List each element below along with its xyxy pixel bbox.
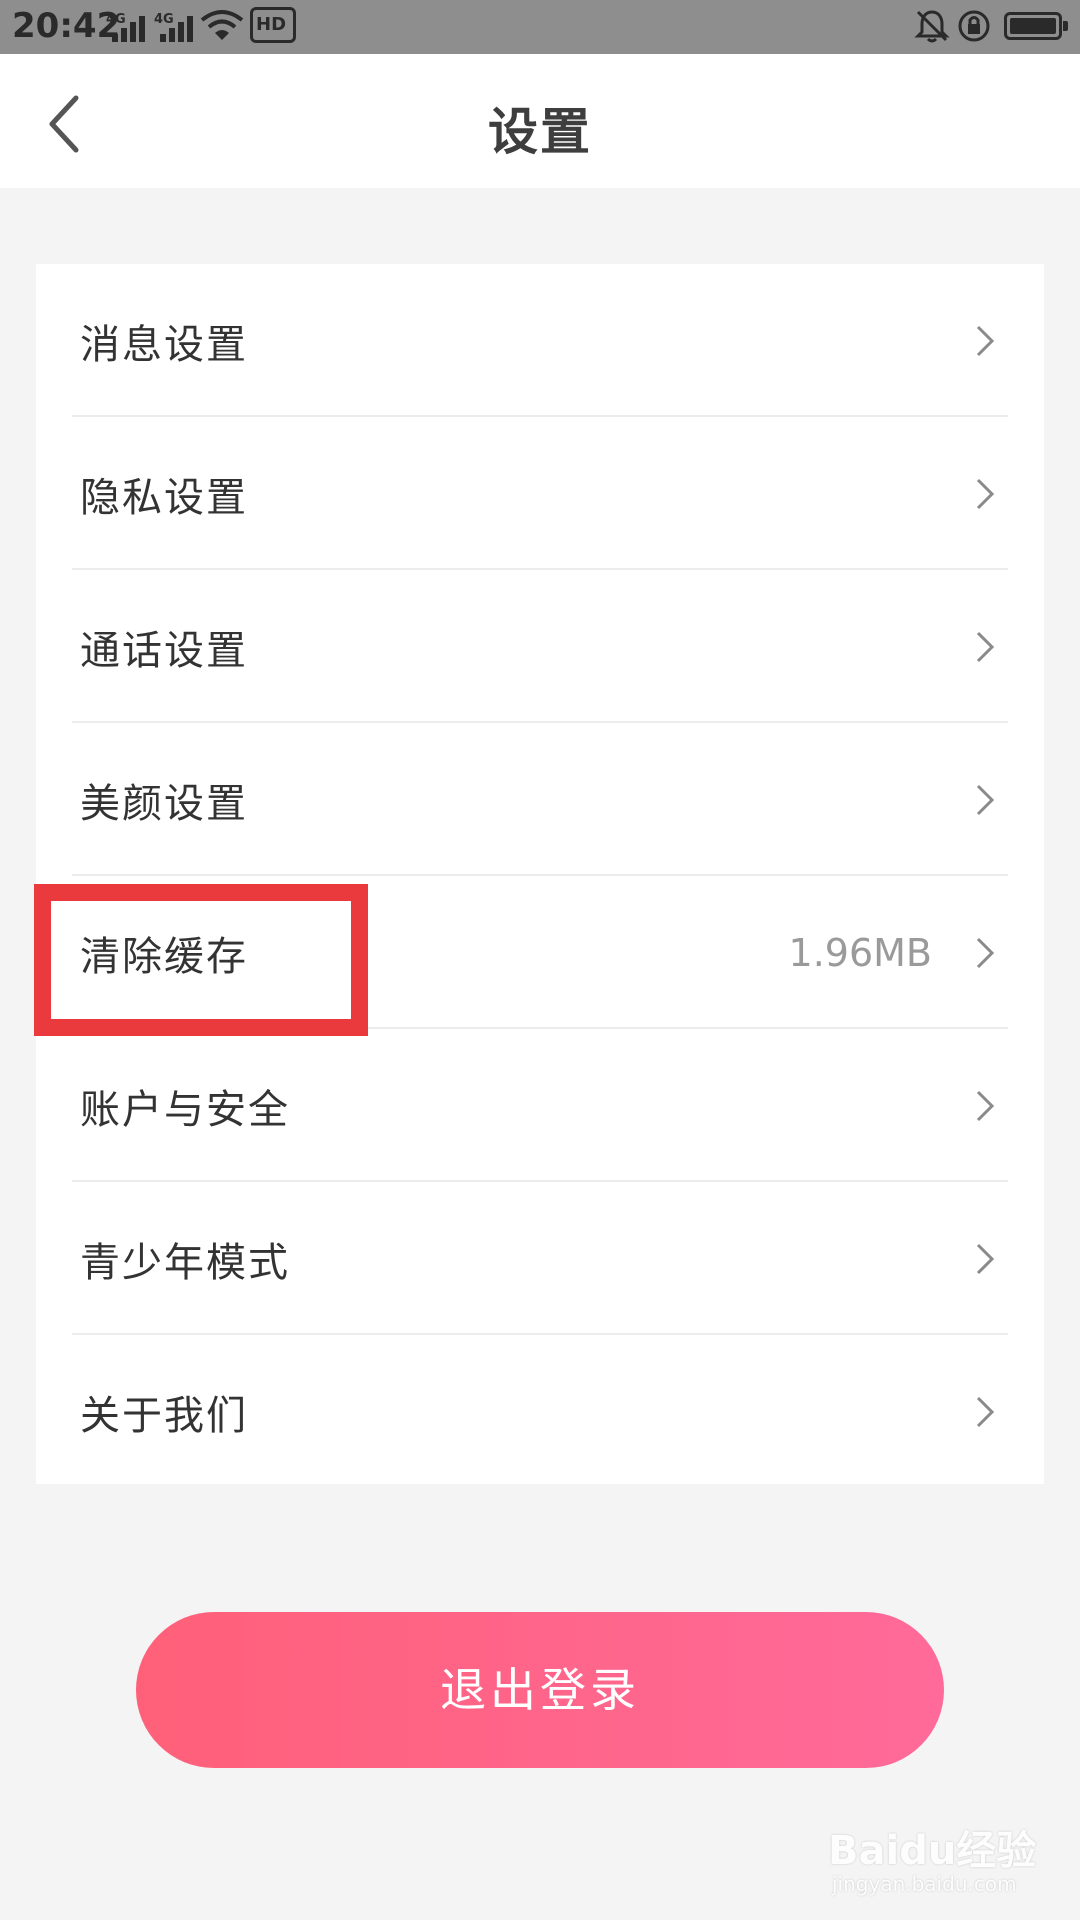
battery-icon [1004,12,1068,40]
settings-item-label: 通话设置 [80,627,248,674]
page-title: 设置 [488,103,592,161]
hd-label: HD [256,14,287,35]
chevron-right-icon [976,325,995,356]
settings-list: 消息设置 隐私设置 通话设置 美颜设置 清除缓存 1.96MB 账户与安全 青少… [36,264,1044,1484]
settings-item-label: 关于我们 [80,1392,248,1439]
chevron-right-icon [976,1396,995,1427]
watermark-logo: Baidu经验 [828,1828,1037,1874]
chevron-right-icon [976,1243,995,1274]
header: 设置 [0,54,1080,188]
logout-button[interactable]: 退出登录 [136,1612,944,1768]
settings-item-label: 账户与安全 [80,1086,290,1133]
network-type-label: 4G [106,12,126,27]
highlight-annotation [34,884,368,1036]
settings-item-label: 美颜设置 [80,780,248,827]
rotation-lock-icon [958,10,990,42]
settings-item-about[interactable]: 关于我们 [36,1335,1044,1488]
chevron-right-icon [976,784,995,815]
settings-item-label: 隐私设置 [80,474,248,521]
watermark-url: jingyan.baidu.com [832,1872,1017,1896]
chevron-right-icon [976,1090,995,1121]
signal-icon: 4G [106,8,150,42]
settings-item-label: 青少年模式 [80,1239,290,1286]
settings-item-call[interactable]: 通话设置 [36,570,1044,723]
settings-item-label: 消息设置 [80,321,248,368]
chevron-right-icon [976,937,995,968]
status-time: 20:42 [12,6,121,46]
settings-item-message[interactable]: 消息设置 [36,264,1044,417]
cache-size-value: 1.96MB [788,930,932,975]
hd-icon: HD [250,7,296,43]
watermark: Baidu经验 jingyan.baidu.com [828,1808,1060,1898]
mute-bell-icon [914,10,950,43]
settings-item-beauty[interactable]: 美颜设置 [36,723,1044,876]
chevron-right-icon [976,478,995,509]
network-type-label: 4G [154,12,174,27]
chevron-right-icon [976,631,995,662]
settings-item-privacy[interactable]: 隐私设置 [36,417,1044,570]
wifi-icon [200,10,244,40]
signal-icon: 4G [154,8,198,42]
settings-item-account-security[interactable]: 账户与安全 [36,1029,1044,1182]
status-bar: 20:42 4G 4G HD [0,0,1080,54]
settings-item-teen-mode[interactable]: 青少年模式 [36,1182,1044,1335]
